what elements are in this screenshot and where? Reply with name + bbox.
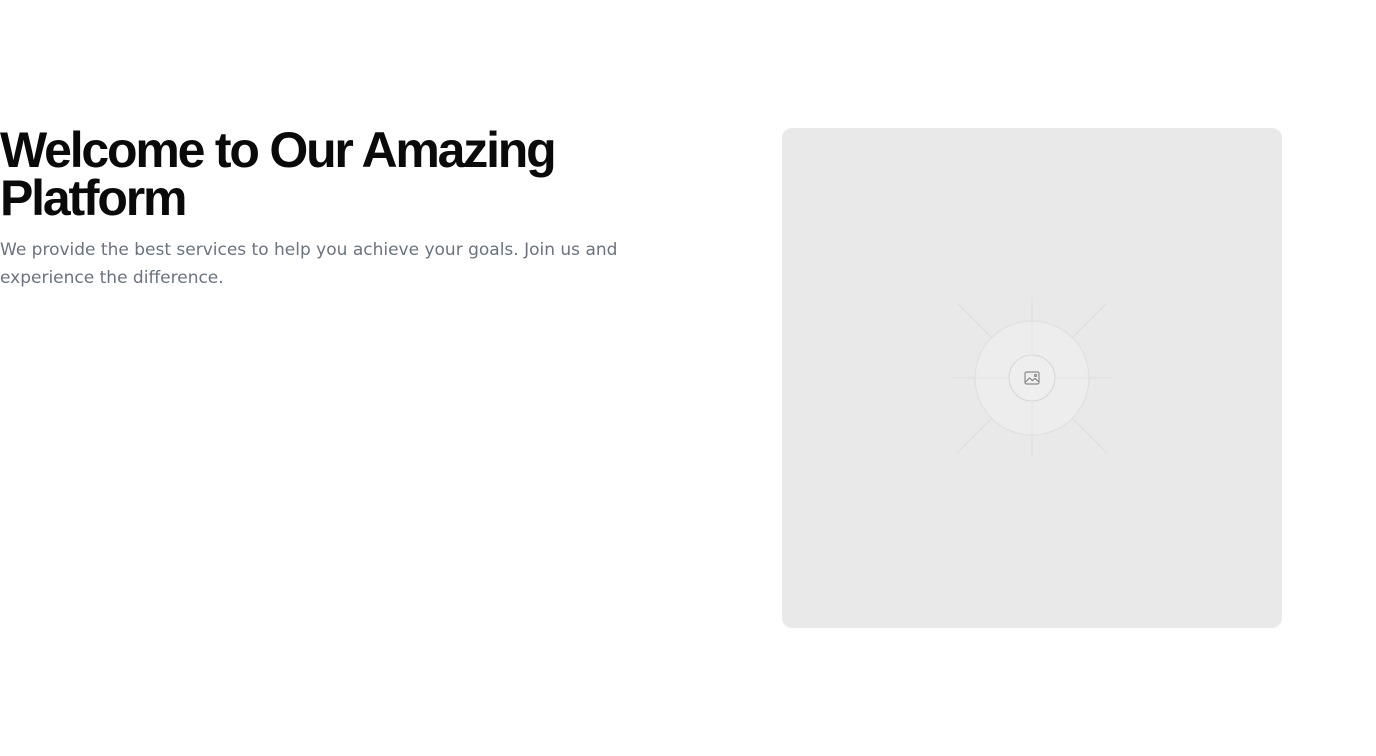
placeholder-graphic [952,298,1112,458]
hero-subtitle: We provide the best services to help you… [0,240,618,288]
hero-section: Welcome to Our Amazing Platform We provi… [0,122,660,292]
hero-image-placeholder [782,128,1282,628]
hero-title: Welcome to Our Amazing Platform [0,122,557,226]
